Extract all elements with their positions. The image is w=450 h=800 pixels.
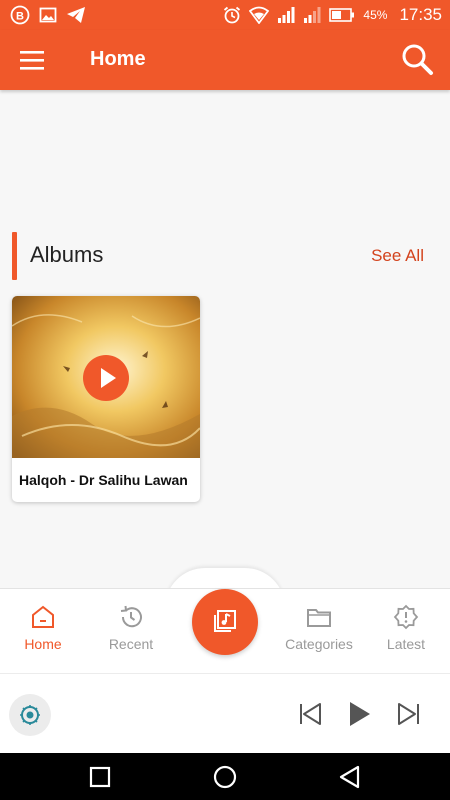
nav-categories-label: Categories bbox=[285, 636, 353, 652]
recents-button[interactable] bbox=[87, 764, 113, 790]
battery-percent: 45% bbox=[363, 8, 388, 22]
search-icon bbox=[402, 44, 433, 75]
music-library-icon bbox=[214, 610, 236, 632]
app-logo-icon bbox=[20, 705, 40, 725]
hamburger-icon bbox=[20, 51, 44, 70]
telegram-icon bbox=[67, 7, 85, 23]
skip-next-icon bbox=[398, 703, 419, 725]
signal-icon bbox=[278, 7, 295, 23]
nav-recent[interactable]: Recent bbox=[86, 604, 176, 664]
svg-text:B: B bbox=[16, 11, 24, 23]
system-navigation-bar bbox=[0, 753, 450, 800]
nav-latest[interactable]: Latest bbox=[361, 604, 450, 664]
album-card[interactable]: Halqoh - Dr Salihu Lawan bbox=[12, 296, 200, 502]
status-bar: B 45% 17:35 bbox=[0, 0, 450, 30]
alarm-icon bbox=[224, 6, 241, 24]
album-play-button[interactable] bbox=[83, 355, 129, 401]
back-button[interactable] bbox=[337, 764, 363, 790]
section-accent-bar bbox=[12, 232, 17, 280]
search-button[interactable] bbox=[400, 42, 436, 78]
home-icon bbox=[32, 605, 54, 628]
nav-home-label: Home bbox=[24, 636, 62, 652]
nav-recent-label: Recent bbox=[108, 636, 154, 652]
circle-icon bbox=[213, 765, 237, 789]
play-icon bbox=[101, 368, 116, 388]
home-system-button[interactable] bbox=[212, 764, 238, 790]
nav-home[interactable]: Home bbox=[0, 604, 88, 664]
see-all-link[interactable]: See All bbox=[371, 246, 424, 266]
now-playing-thumbnail[interactable] bbox=[9, 694, 51, 736]
app-bar: Home bbox=[0, 30, 450, 90]
wifi-icon bbox=[249, 6, 270, 24]
folder-icon bbox=[307, 609, 331, 627]
page-title: Home bbox=[90, 48, 146, 70]
play-button[interactable] bbox=[341, 696, 377, 732]
nav-latest-label: Latest bbox=[386, 636, 426, 652]
image-icon bbox=[39, 7, 57, 23]
album-title: Halqoh - Dr Salihu Lawan bbox=[19, 472, 188, 488]
signal-icon bbox=[304, 7, 321, 23]
b-badge-icon: B bbox=[10, 5, 30, 25]
menu-button[interactable] bbox=[18, 48, 48, 72]
play-icon bbox=[350, 702, 370, 726]
history-icon bbox=[120, 605, 142, 628]
nav-categories[interactable]: Categories bbox=[274, 604, 364, 664]
triangle-back-icon bbox=[339, 765, 360, 789]
badge-alert-icon bbox=[393, 604, 419, 630]
skip-previous-button[interactable] bbox=[292, 696, 328, 732]
mini-player bbox=[0, 673, 450, 754]
square-icon bbox=[89, 766, 111, 788]
skip-previous-icon bbox=[300, 703, 321, 725]
clock: 17:35 bbox=[399, 5, 442, 24]
albums-section-title: Albums bbox=[30, 242, 104, 267]
skip-next-button[interactable] bbox=[391, 696, 427, 732]
music-library-button[interactable] bbox=[192, 589, 258, 655]
battery-icon bbox=[329, 8, 355, 22]
